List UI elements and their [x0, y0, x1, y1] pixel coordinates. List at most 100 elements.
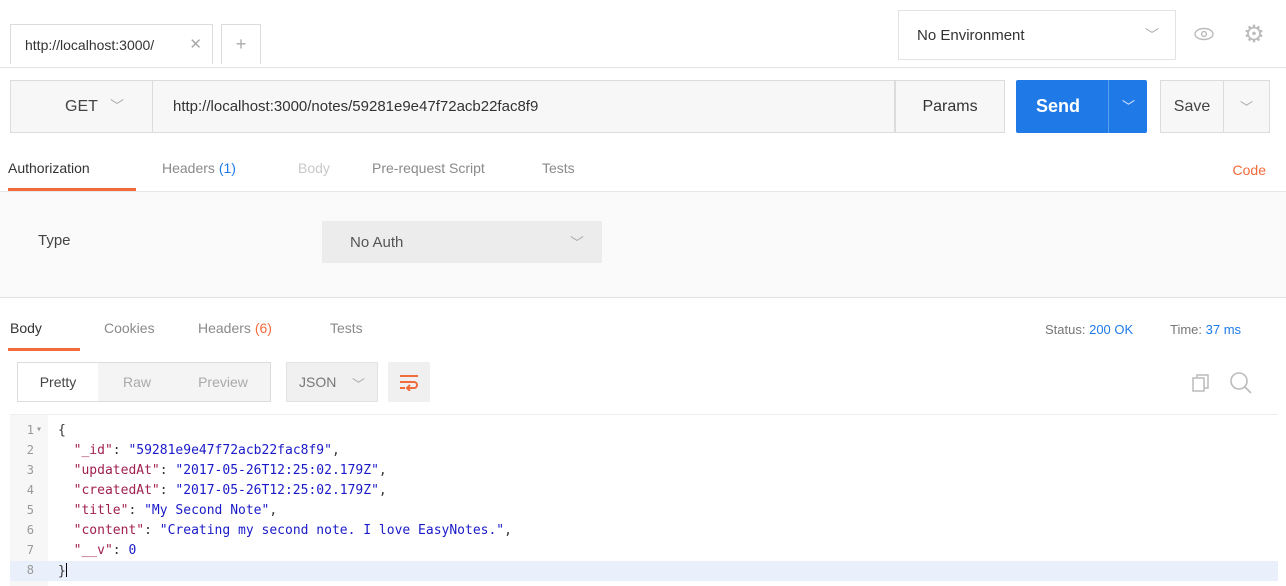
- code-line-active: 8 }: [10, 561, 1278, 581]
- chevron-down-icon: ﹀: [1239, 100, 1253, 115]
- close-icon[interactable]: ✕: [189, 35, 202, 53]
- status-label: Status:: [1045, 322, 1086, 337]
- active-response-tab-indicator: [8, 348, 80, 351]
- code-link[interactable]: Code: [1233, 162, 1266, 178]
- send-split-divider: [1108, 80, 1109, 133]
- params-label: Params: [922, 97, 978, 115]
- response-tabs: Body Cookies Headers (6) Tests Status: 2…: [0, 310, 1286, 352]
- language-label: JSON: [299, 374, 337, 390]
- url-value: http://localhost:3000/notes/59281e9e47f7…: [173, 98, 539, 115]
- line-number: 3: [26, 463, 34, 477]
- time-label: Time:: [1170, 322, 1203, 337]
- response-headers-count-badge: (6): [254, 320, 272, 336]
- request-tabs: Authorization Headers (1) Body Pre-reque…: [0, 150, 1286, 191]
- tab-prerequest-script[interactable]: Pre-request Script: [372, 160, 485, 176]
- tab-response-tests-label: Tests: [330, 320, 363, 336]
- wrap-lines-button[interactable]: [388, 362, 430, 402]
- tab-response-body-label: Body: [10, 320, 42, 336]
- copy-icon[interactable]: [1190, 372, 1212, 394]
- code-text: {: [58, 423, 66, 438]
- code-text: "content": "Creating my second note. I l…: [73, 523, 512, 538]
- format-toolbar: Pretty Raw Preview JSON ﹀: [0, 362, 1286, 404]
- auth-panel: Type No Auth ﹀: [0, 192, 1286, 297]
- code-line: 7 "__v": 0: [10, 541, 1278, 561]
- tab-body-label: Body: [298, 160, 330, 176]
- time-value[interactable]: 37 ms: [1206, 322, 1241, 337]
- pretty-button[interactable]: Pretty: [18, 363, 98, 401]
- headers-count-badge: (1): [218, 160, 236, 176]
- tab-authorization-label: Authorization: [8, 160, 90, 176]
- auth-divider: [0, 297, 1286, 298]
- line-number: 4: [26, 483, 34, 497]
- auth-type-label: Type: [38, 232, 71, 249]
- tab-response-headers[interactable]: Headers (6): [198, 320, 272, 336]
- tab-body[interactable]: Body: [298, 160, 330, 176]
- code-line: 1 ▾ {: [10, 421, 1278, 441]
- url-row: GET ﹀ http://localhost:3000/notes/59281e…: [0, 80, 1286, 135]
- send-button[interactable]: Send ﹀: [1016, 80, 1147, 133]
- request-tab[interactable]: http://localhost:3000/ ✕: [10, 24, 213, 64]
- params-button[interactable]: Params: [895, 80, 1005, 133]
- code-text: "createdAt": "2017-05-26T12:25:02.179Z",: [73, 483, 387, 498]
- code-text: "title": "My Second Note",: [73, 503, 278, 518]
- chevron-down-icon: ﹀: [351, 377, 365, 392]
- save-button[interactable]: Save: [1160, 80, 1224, 133]
- wrap-icon: [400, 375, 418, 391]
- top-divider: [0, 67, 1286, 68]
- line-number: 5: [26, 503, 34, 517]
- chevron-down-icon[interactable]: ﹀: [1122, 96, 1135, 115]
- code-line: 5 "title": "My Second Note",: [10, 501, 1278, 521]
- auth-type-select[interactable]: No Auth ﹀: [322, 221, 602, 263]
- tab-tests-label: Tests: [542, 160, 575, 176]
- method-label: GET: [65, 97, 98, 115]
- tab-response-headers-label: Headers: [198, 320, 251, 336]
- code-line: 4 "createdAt": "2017-05-26T12:25:02.179Z…: [10, 481, 1278, 501]
- line-number: 6: [26, 523, 34, 537]
- top-bar: http://localhost:3000/ ✕ + No Environmen…: [0, 0, 1286, 67]
- language-select[interactable]: JSON ﹀: [286, 362, 378, 402]
- line-number: 1: [26, 423, 34, 437]
- tab-tests[interactable]: Tests: [542, 160, 575, 176]
- code-line: 2 "_id": "59281e9e47f72acb22fac8f9",: [10, 441, 1278, 461]
- status-value[interactable]: 200 OK: [1089, 322, 1133, 337]
- code-line: 6 "content": "Creating my second note. I…: [10, 521, 1278, 541]
- code-text: }: [58, 563, 67, 579]
- code-text: "__v": 0: [73, 543, 137, 558]
- tab-response-body[interactable]: Body: [10, 320, 42, 336]
- chevron-down-icon: ﹀: [570, 235, 584, 251]
- response-status: Status: 200 OK: [1045, 322, 1133, 337]
- response-time: Time: 37 ms: [1170, 322, 1241, 337]
- method-select[interactable]: GET ﹀: [10, 80, 153, 133]
- request-tab-label: http://localhost:3000/: [25, 36, 155, 53]
- tab-headers-label: Headers: [162, 160, 215, 176]
- response-body-editor[interactable]: 1 ▾ { 2 "_id": "59281e9e47f72acb22fac8f9…: [10, 414, 1278, 586]
- view-mode-segmented: Pretty Raw Preview: [17, 362, 271, 402]
- chevron-down-icon: ﹀: [110, 98, 124, 114]
- line-number: 7: [26, 543, 34, 557]
- text-caret: [65, 563, 67, 577]
- chevron-down-icon: ﹀: [1145, 27, 1159, 43]
- fold-icon[interactable]: ▾: [36, 424, 42, 435]
- tab-prerequest-label: Pre-request Script: [372, 160, 485, 176]
- environment-select[interactable]: No Environment ﹀: [898, 10, 1176, 60]
- save-label: Save: [1173, 97, 1211, 115]
- new-tab-button[interactable]: +: [221, 24, 261, 64]
- gear-icon[interactable]: ⚙: [1236, 16, 1272, 52]
- tab-headers[interactable]: Headers (1): [162, 160, 236, 176]
- raw-button[interactable]: Raw: [98, 363, 176, 401]
- line-number: 2: [26, 443, 34, 457]
- preview-button[interactable]: Preview: [176, 363, 270, 401]
- tab-cookies-label: Cookies: [104, 320, 155, 336]
- tab-cookies[interactable]: Cookies: [104, 320, 155, 336]
- save-menu-button[interactable]: ﹀: [1224, 80, 1270, 133]
- url-input[interactable]: http://localhost:3000/notes/59281e9e47f7…: [153, 80, 895, 133]
- tab-authorization[interactable]: Authorization: [8, 160, 90, 176]
- search-icon[interactable]: [1228, 370, 1254, 396]
- eye-icon[interactable]: [1190, 22, 1218, 46]
- code-line: 3 "updatedAt": "2017-05-26T12:25:02.179Z…: [10, 461, 1278, 481]
- plus-icon: +: [235, 34, 247, 54]
- line-number: 8: [26, 563, 34, 577]
- tab-response-tests[interactable]: Tests: [330, 320, 363, 336]
- code-text: "_id": "59281e9e47f72acb22fac8f9",: [73, 443, 340, 458]
- send-label: Send: [1036, 96, 1081, 116]
